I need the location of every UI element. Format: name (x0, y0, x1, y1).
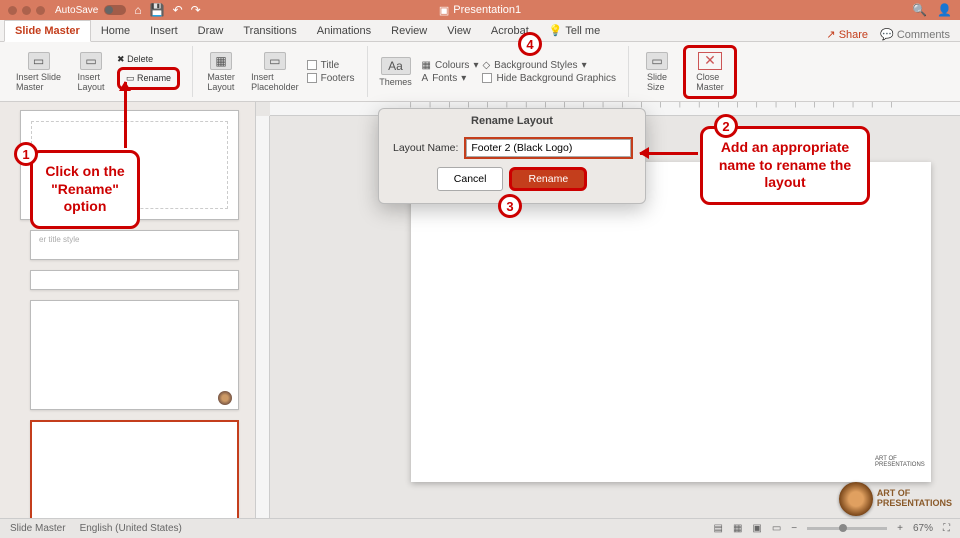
autosave-label: AutoSave (55, 5, 98, 16)
annotation-badge-1: 1 (14, 142, 38, 166)
hide-background-checkbox[interactable]: Hide Background Graphics (482, 73, 616, 84)
tab-transitions[interactable]: Transitions (233, 21, 306, 41)
undo-icon[interactable]: ↶ (173, 3, 183, 17)
app-icon: ▣ (439, 4, 449, 17)
insert-layout-button[interactable]: ▭Insert Layout (69, 50, 113, 94)
annotation-arrow-2 (640, 152, 698, 155)
watermark-icon (839, 482, 873, 516)
fit-to-window-icon[interactable]: ⛶ (943, 523, 950, 534)
ribbon: ▭Insert Slide Master ▭Insert Layout ✖ De… (0, 42, 960, 102)
annotation-arrow-1 (124, 82, 127, 148)
thumbnail-layout-3[interactable] (30, 300, 239, 410)
annotation-badge-3: 3 (498, 194, 522, 218)
status-mode: Slide Master (10, 523, 66, 534)
slide-canvas[interactable]: ART OF PRESENTATIONS (411, 162, 931, 482)
annotation-badge-2: 2 (714, 114, 738, 138)
layout-name-input[interactable] (466, 139, 631, 157)
dialog-title: Rename Layout (379, 109, 645, 129)
save-icon[interactable]: 💾 (150, 3, 165, 17)
insert-slide-master-button[interactable]: ▭Insert Slide Master (12, 50, 65, 94)
ribbon-tabs: Slide Master Home Insert Draw Transition… (0, 20, 960, 42)
insert-placeholder-button[interactable]: ▭Insert Placeholder (247, 50, 303, 94)
view-normal-icon[interactable]: ▦ (733, 523, 742, 534)
comments-button[interactable]: 💬 Comments (880, 28, 950, 41)
rename-confirm-button[interactable]: Rename (509, 167, 587, 191)
fonts-dropdown[interactable]: A Fonts ▾ (422, 73, 479, 84)
slide-logo: ART OF PRESENTATIONS (873, 452, 917, 472)
tab-review[interactable]: Review (381, 21, 437, 41)
tab-insert[interactable]: Insert (140, 21, 188, 41)
status-language[interactable]: English (United States) (80, 523, 182, 534)
notes-button[interactable]: ▤ (713, 523, 722, 534)
quick-access-toolbar[interactable]: ⌂ 💾 ↶ ↷ (134, 3, 200, 17)
footers-checkbox[interactable]: Footers (307, 73, 355, 84)
tab-home[interactable]: Home (91, 21, 140, 41)
autosave-toggle[interactable] (104, 5, 126, 15)
tab-draw[interactable]: Draw (188, 21, 234, 41)
tab-slide-master[interactable]: Slide Master (4, 20, 91, 42)
title-checkbox[interactable]: Title (307, 60, 355, 71)
colours-dropdown[interactable]: ▦ Colours ▾ (422, 60, 479, 71)
watermark-logo: ART OF PRESENTATIONS (839, 482, 952, 516)
zoom-level[interactable]: 67% (913, 523, 933, 534)
home-icon[interactable]: ⌂ (134, 3, 141, 17)
thumbnail-layout-1[interactable]: er title style (30, 230, 239, 260)
zoom-slider[interactable] (807, 527, 887, 530)
status-bar: Slide Master English (United States) ▤ ▦… (0, 518, 960, 538)
tell-me[interactable]: 💡 Tell me (539, 20, 610, 41)
thumbnail-layout-selected[interactable] (30, 420, 239, 518)
annotation-badge-4: 4 (518, 32, 542, 56)
zoom-out-icon[interactable]: − (791, 523, 797, 534)
cancel-button[interactable]: Cancel (437, 167, 504, 191)
window-controls[interactable] (8, 6, 45, 15)
redo-icon[interactable]: ↷ (191, 3, 201, 17)
vertical-ruler (256, 116, 270, 532)
title-bar: AutoSave ⌂ 💾 ↶ ↷ ▣ Presentation1 🔍 👤 (0, 0, 960, 20)
thumbnail-layout-2[interactable] (30, 270, 239, 290)
themes-button[interactable]: AaThemes (374, 55, 418, 89)
delete-button[interactable]: ✖ Delete (117, 54, 180, 65)
background-styles-dropdown[interactable]: ◇ Background Styles ▾ (482, 60, 616, 71)
tab-view[interactable]: View (437, 21, 481, 41)
tab-animations[interactable]: Animations (307, 21, 381, 41)
account-icon[interactable]: 👤 (937, 3, 952, 17)
search-icon[interactable]: 🔍 (912, 3, 927, 17)
share-button[interactable]: ↗ Share (826, 28, 868, 41)
view-reading-icon[interactable]: ▭ (772, 523, 781, 534)
layout-name-label: Layout Name: (393, 142, 458, 154)
rename-layout-dialog: Rename Layout Layout Name: Cancel Rename (378, 108, 646, 204)
zoom-in-icon[interactable]: + (897, 523, 903, 534)
close-master-button[interactable]: ✕Close Master (688, 50, 732, 94)
view-sorter-icon[interactable]: ▣ (752, 523, 761, 534)
slide-size-button[interactable]: ▭Slide Size (635, 50, 679, 94)
annotation-callout-1: Click on the "Rename" option (30, 150, 140, 229)
master-layout-button[interactable]: ▦Master Layout (199, 50, 243, 94)
